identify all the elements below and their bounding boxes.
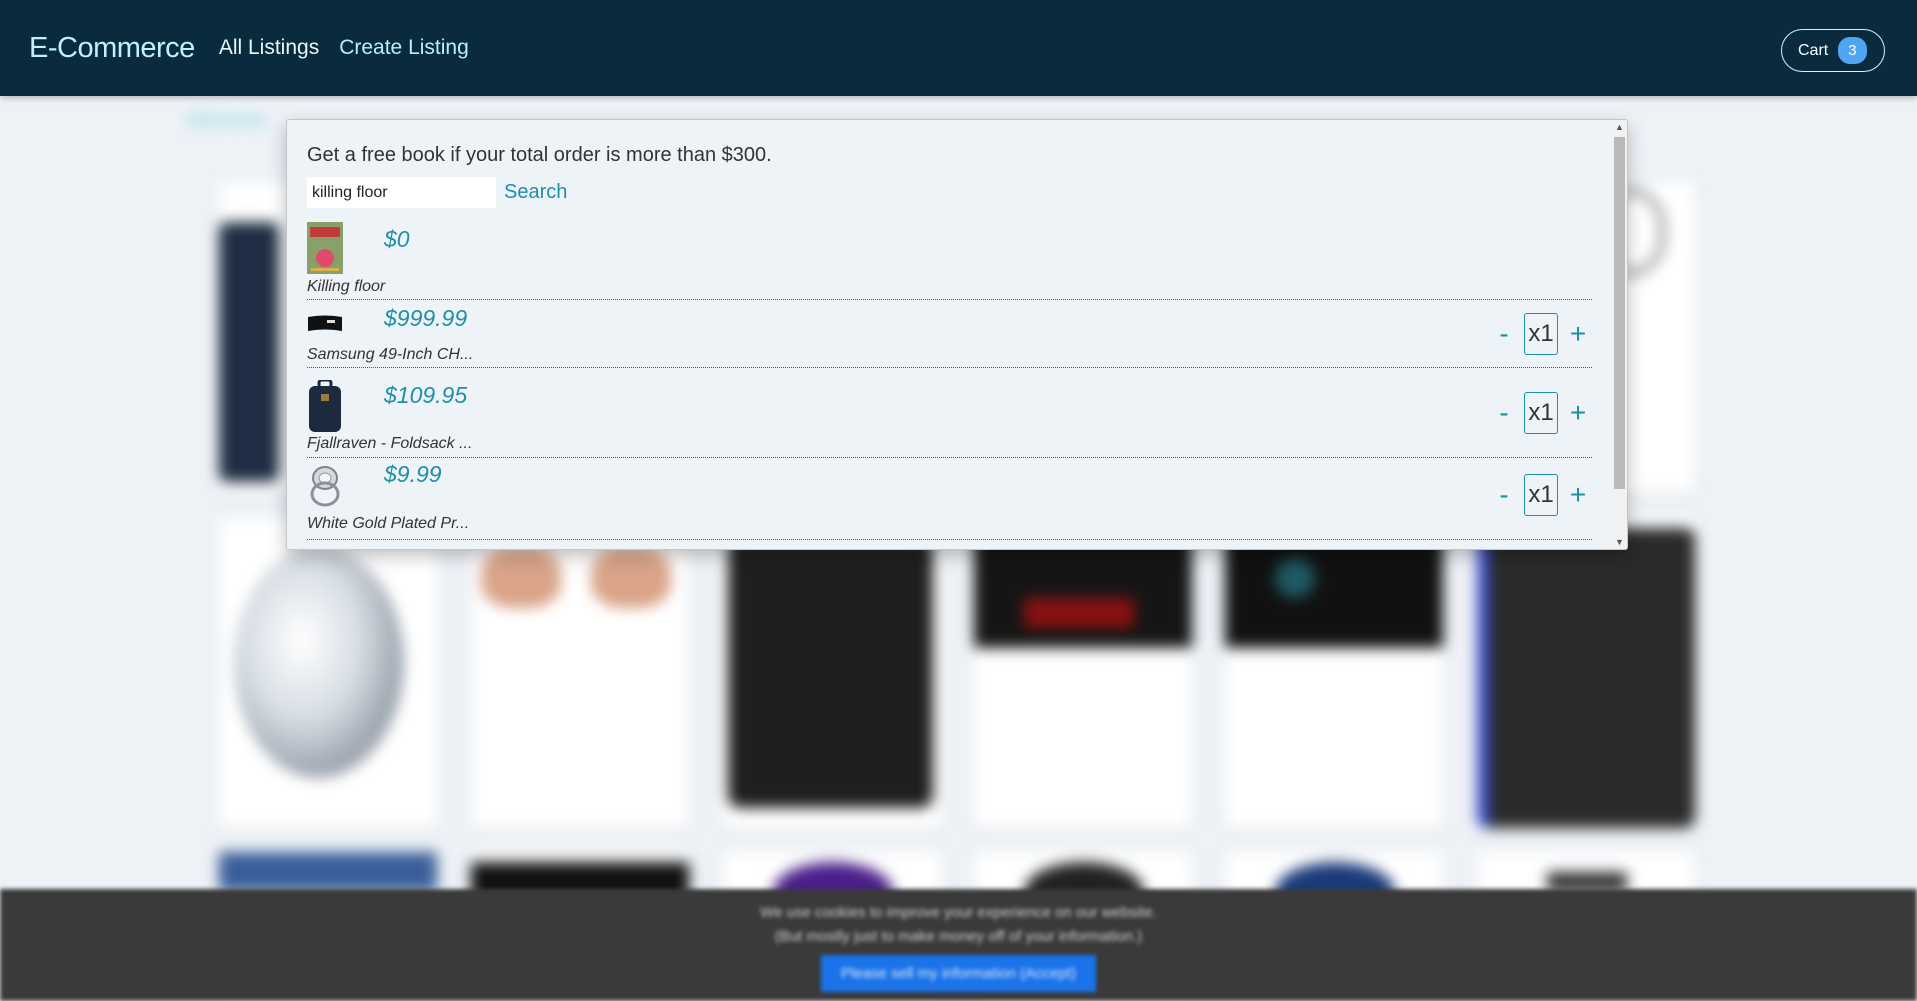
cart-item: $9.99 White Gold Plated Pr... - x1 + <box>307 460 1592 540</box>
brand-logo[interactable]: E-Commerce <box>29 32 195 65</box>
book-search-row: Search <box>307 177 567 208</box>
decrease-qty-button[interactable]: - <box>1490 397 1518 429</box>
popover-scrollbar[interactable]: ▲ ▼ <box>1612 120 1627 549</box>
decrease-qty-button[interactable]: - <box>1490 479 1518 511</box>
listing-card <box>1477 518 1695 828</box>
item-price: $109.95 <box>384 382 468 408</box>
listing-card <box>723 518 941 828</box>
book-search-input[interactable] <box>307 177 496 208</box>
quantity-stepper: - x1 + <box>1490 313 1592 355</box>
quantity-stepper: - x1 + <box>1490 392 1592 434</box>
cookie-banner: We use cookies to improve your experienc… <box>0 889 1917 1001</box>
top-navbar: E-Commerce All Listings Create Listing C… <box>0 0 1917 96</box>
cart-label: Cart <box>1798 41 1829 59</box>
scrollbar-thumb[interactable] <box>1614 137 1625 489</box>
cookie-text-line2: (But mostly just to make money off of yo… <box>774 928 1143 945</box>
increase-qty-button[interactable]: + <box>1564 318 1592 350</box>
nav-all-listings[interactable]: All Listings <box>219 36 319 60</box>
cookie-accept-button[interactable]: Please sell my information (Accept) <box>820 955 1097 992</box>
item-price: $0 <box>384 226 410 252</box>
listing-card <box>219 518 437 828</box>
item-name: Fjallraven - Foldsack ... <box>307 435 473 452</box>
listing-card <box>1225 518 1443 828</box>
item-name: White Gold Plated Pr... <box>307 515 470 532</box>
qty-value: x1 <box>1524 313 1558 355</box>
listing-card <box>974 518 1192 828</box>
backpack-icon <box>309 380 341 432</box>
cart-item: $0 Killing floor <box>307 220 1592 300</box>
cookie-text-line1: We use cookies to improve your experienc… <box>760 904 1157 921</box>
item-price: $9.99 <box>384 461 442 487</box>
quantity-stepper: - x1 + <box>1490 474 1592 516</box>
cart-popover: Get a free book if your total order is m… <box>286 119 1628 550</box>
listing-card <box>471 518 689 828</box>
scroll-down-arrow-icon[interactable]: ▼ <box>1615 537 1624 547</box>
monitor-icon <box>308 315 342 331</box>
ring-icon <box>310 466 340 507</box>
nav-create-listing[interactable]: Create Listing <box>339 36 469 60</box>
increase-qty-button[interactable]: + <box>1564 397 1592 429</box>
category-link: Electronics <box>188 112 267 129</box>
cart-item: $109.95 Fjallraven - Foldsack ... - x1 + <box>307 370 1592 458</box>
cart-count-badge: 3 <box>1838 37 1867 64</box>
search-button[interactable]: Search <box>504 181 567 204</box>
promo-text: Get a free book if your total order is m… <box>307 144 772 166</box>
item-name: Killing floor <box>307 278 386 295</box>
cart-item: $999.99 Samsung 49-Inch CH... - x1 + <box>307 302 1592 368</box>
item-name: Samsung 49-Inch CH... <box>307 346 474 363</box>
item-price: $999.99 <box>384 305 468 331</box>
qty-value: x1 <box>1524 392 1558 434</box>
scroll-up-arrow-icon[interactable]: ▲ <box>1615 122 1624 132</box>
decrease-qty-button[interactable]: - <box>1490 318 1518 350</box>
qty-value: x1 <box>1524 474 1558 516</box>
book-cover-icon <box>307 222 343 274</box>
increase-qty-button[interactable]: + <box>1564 479 1592 511</box>
cart-button[interactable]: Cart 3 <box>1781 29 1885 72</box>
